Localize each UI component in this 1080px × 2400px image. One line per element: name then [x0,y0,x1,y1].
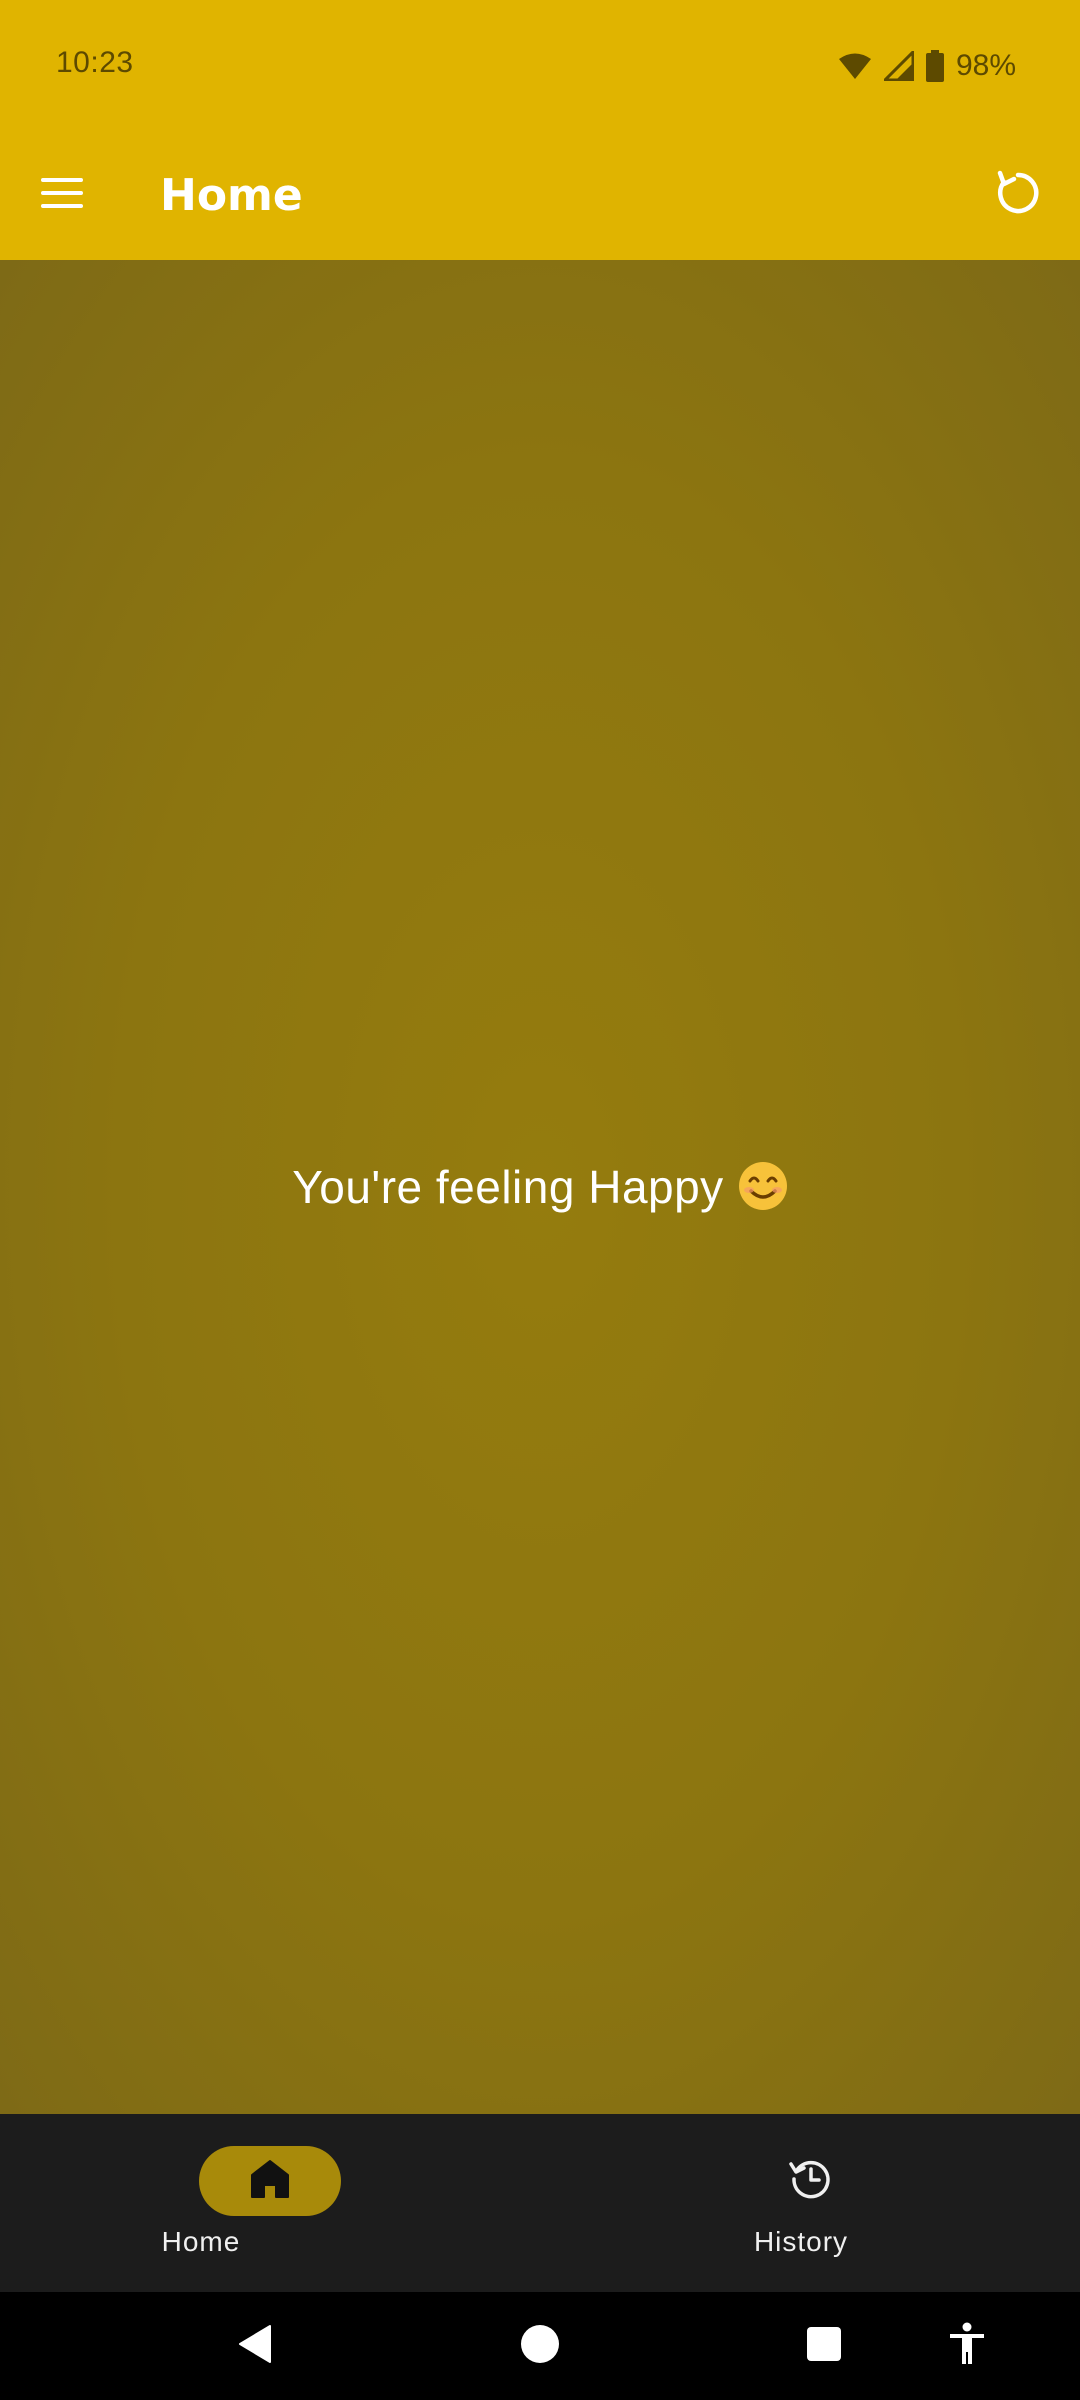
mood-text: You're feeling Happy [292,1161,724,1213]
wifi-icon [838,52,872,80]
nav-item-home[interactable]: Home [0,2114,540,2292]
system-recents-button[interactable] [794,2316,854,2376]
home-circle-icon [520,2324,560,2369]
cell-signal-icon [883,51,914,81]
battery-percent: 98% [955,49,1016,82]
system-accessibility-button[interactable] [937,2316,997,2376]
main-content: You're feeling Happy [0,260,1080,2114]
nav-item-history[interactable]: History [540,2114,1080,2292]
accessibility-icon [947,2322,987,2371]
page-title: Home [160,170,303,221]
home-icon [250,2159,290,2204]
menu-button[interactable] [22,155,102,235]
nav-label-history: History [753,2226,849,2257]
system-back-button[interactable] [226,2316,286,2376]
bottom-navigation: Home History [0,2114,1080,2292]
app-bar: Home [0,130,1080,260]
system-home-button[interactable] [510,2316,570,2376]
battery-icon [925,50,944,82]
back-icon [236,2324,276,2369]
refresh-icon [995,170,1041,221]
mood-message: You're feeling Happy [0,1160,1080,1214]
refresh-button[interactable] [978,155,1058,235]
nav-active-indicator [199,2146,341,2216]
smiling-face-emoji-icon [738,1161,788,1211]
nav-icon-container [740,2146,882,2216]
status-bar: 10:23 98% [0,0,1080,130]
recents-icon [806,2326,842,2367]
nav-label-home: Home [161,2226,241,2257]
menu-icon [41,177,83,213]
system-navigation-bar [0,2292,1080,2400]
history-icon [788,2156,834,2207]
status-time: 10:23 [56,46,134,79]
status-icons: 98% [838,46,1016,86]
